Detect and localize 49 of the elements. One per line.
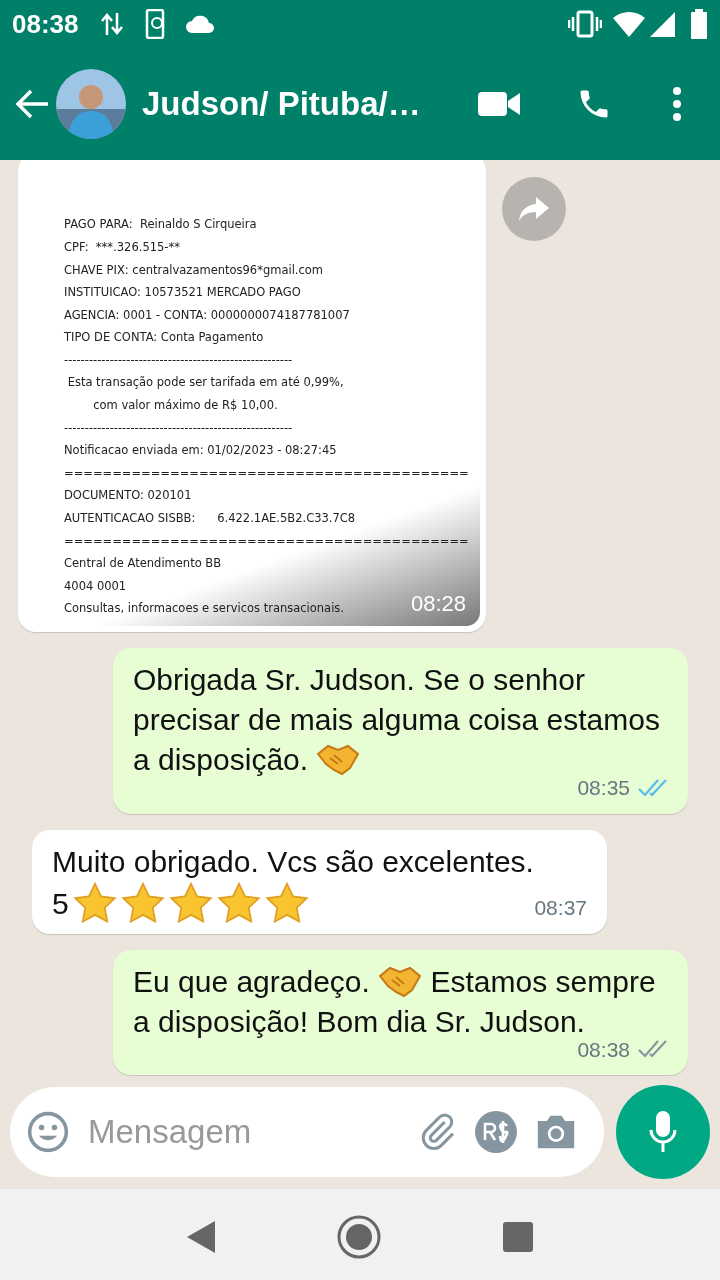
contact-name[interactable]: Judson/ Pituba/… — [142, 79, 478, 129]
rating-score: 5 — [52, 885, 69, 922]
receipt-line: ------------------------------------------------------- — [64, 419, 293, 437]
receipt-line: AGENCIA: 0001 - CONTA: 0000000074187781007 — [64, 306, 350, 324]
star-icon — [72, 881, 117, 924]
receipt-line: com valor máximo de R$ 10,00. — [92, 397, 278, 415]
receipt-line: DOCUMENTO: 020101 — [64, 487, 192, 505]
more-options-icon[interactable] — [672, 87, 682, 121]
vibrate-icon — [568, 10, 602, 38]
message-time: 08:28 — [410, 590, 466, 618]
clock: 08:38 — [12, 7, 79, 41]
recents-nav-icon[interactable] — [502, 1220, 534, 1253]
cloud-icon — [184, 14, 215, 34]
star-icon — [168, 881, 213, 924]
receipt-line: Consultas, informacoes e servicos transacionais. — [64, 600, 344, 618]
emoji-icon[interactable] — [26, 1110, 70, 1154]
receipt-line: Notificacao enviada em: 01/02/2023 - 08:27:45 — [64, 442, 337, 460]
message-text: Muito obrigado. Vcs são excelentes. — [52, 843, 535, 880]
receipt-line: CPF: ***.326.515-** — [64, 238, 180, 256]
receipt-line: ========================================== — [64, 464, 469, 482]
back-nav-icon[interactable] — [186, 1219, 216, 1254]
star-icon — [216, 881, 261, 924]
receipt-line: TIPO DE CONTA: Conta Pagamento — [64, 329, 264, 347]
receipt-line: PAGO PARA: Reinaldo S Cirqueira — [64, 216, 257, 234]
share-arrow-icon — [518, 196, 550, 223]
receipt-line: ========================================== — [64, 532, 469, 550]
video-call-icon[interactable] — [478, 90, 520, 118]
data-transfer-icon — [100, 11, 123, 37]
message-time: 08:35 — [577, 775, 630, 801]
message-composer[interactable]: Mensagem — [10, 1087, 604, 1177]
battery-icon — [690, 9, 708, 39]
home-nav-icon[interactable] — [336, 1213, 382, 1260]
signal-icon — [650, 11, 676, 37]
star-icon — [120, 881, 165, 924]
receipt-line: AUTENTICACAO SISBB: 6.422.1AE.5B2.C33.7C8 — [64, 510, 356, 528]
message-text: Obrigada Sr. Judson. Se o senhor precisar de mais alguma coisa estamos a disposição. — [133, 662, 661, 778]
currency-icon[interactable] — [474, 1110, 518, 1154]
wifi-icon — [612, 11, 646, 37]
receipt-line: Central de Atendimento BB — [64, 555, 222, 573]
receipt-line: ------------------------------------------------------- — [64, 351, 293, 369]
microphone-icon — [648, 1110, 678, 1154]
phone-sync-icon — [144, 9, 167, 39]
receipt-line: CHAVE PIX: centralvazamentos96*gmail.com — [64, 261, 324, 279]
star-icon — [264, 881, 309, 924]
back-icon[interactable] — [14, 88, 50, 120]
message-time: 08:37 — [534, 895, 587, 921]
receipt-line: INSTITUICAO: 10573521 MERCADO PAGO — [64, 284, 301, 302]
receipt-line: Esta transação pode ser tarifada em até 0,99%, — [66, 374, 344, 392]
receipt-line: 4004 0001 — [64, 577, 127, 595]
